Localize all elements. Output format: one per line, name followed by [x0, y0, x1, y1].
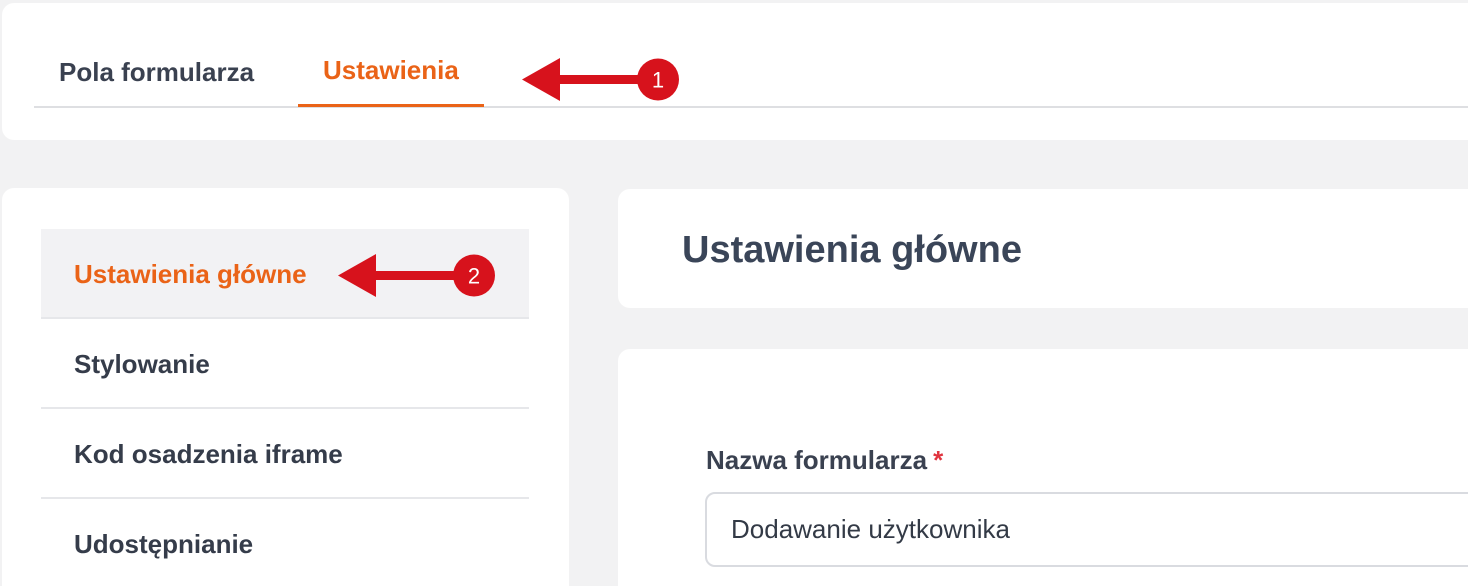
sidebar-item-styling[interactable]: Stylowanie: [41, 319, 529, 409]
sidebar-item-label: Stylowanie: [74, 349, 210, 379]
annotation-number: 1: [652, 68, 664, 93]
annotation-arrow-2: 2: [338, 254, 498, 298]
section-header-card: Ustawienia główne: [618, 189, 1468, 308]
annotation-number: 2: [468, 264, 480, 289]
active-tab-indicator: [298, 104, 484, 107]
form-name-label: Nazwa formularza *: [706, 445, 943, 476]
sidebar-item-iframe-embed[interactable]: Kod osadzenia iframe: [41, 409, 529, 499]
sidebar-item-sharing[interactable]: Udostępnianie: [41, 499, 529, 586]
settings-sidebar: Ustawienia główne Stylowanie Kod osadzen…: [2, 188, 569, 586]
sidebar-item-label: Ustawienia główne: [74, 259, 307, 289]
page: Pola formularza Ustawienia Ustawienia gł…: [0, 0, 1468, 586]
tabs-card: Pola formularza Ustawienia: [2, 3, 1468, 140]
form-name-input[interactable]: [705, 492, 1468, 567]
tab-settings[interactable]: Ustawienia: [323, 55, 459, 86]
annotation-arrow-1: 1: [522, 58, 682, 102]
sidebar-item-label: Kod osadzenia iframe: [74, 439, 343, 469]
tab-form-fields[interactable]: Pola formularza: [59, 57, 254, 88]
tab-bar: Pola formularza Ustawienia: [34, 3, 1468, 108]
form-card: Nazwa formularza *: [618, 349, 1468, 586]
sidebar-item-label: Udostępnianie: [74, 529, 254, 559]
form-name-label-text: Nazwa formularza: [706, 445, 928, 475]
page-title: Ustawienia główne: [682, 229, 1022, 271]
required-marker: *: [933, 445, 944, 475]
